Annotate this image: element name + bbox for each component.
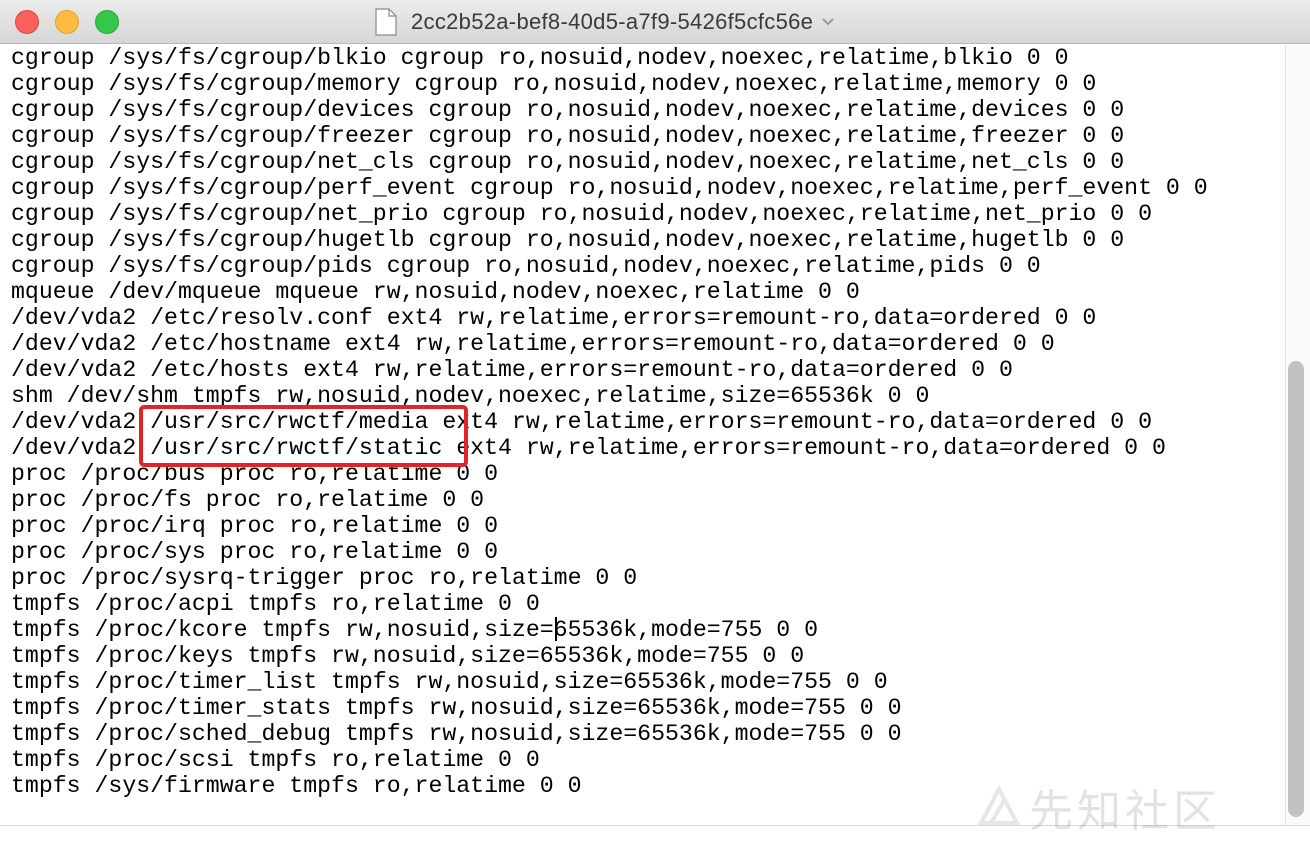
document-icon (375, 8, 397, 36)
close-window-button[interactable] (15, 10, 39, 34)
text-line[interactable]: /dev/vda2 /etc/resolv.conf ext4 rw,relat… (11, 305, 1096, 331)
text-line[interactable]: cgroup /sys/fs/cgroup/hugetlb cgroup ro,… (11, 227, 1124, 253)
text-line[interactable]: /dev/vda2 /usr/src/rwctf/static ext4 rw,… (11, 435, 1166, 461)
text-line[interactable]: /dev/vda2 /usr/src/rwctf/media ext4 rw,r… (11, 409, 1152, 435)
zoom-window-button[interactable] (95, 10, 119, 34)
text-line[interactable]: mqueue /dev/mqueue mqueue rw,nosuid,node… (11, 279, 860, 305)
text-caret (555, 617, 557, 641)
watermark-text: 先知社区 (1029, 786, 1221, 837)
text-line[interactable]: proc /proc/sys proc ro,relatime 0 0 (11, 539, 498, 565)
minimize-window-button[interactable] (55, 10, 79, 34)
text-line[interactable]: tmpfs /sys/firmware tmpfs ro,relatime 0 … (11, 773, 582, 799)
watermark-logo-icon (977, 784, 1021, 825)
text-line[interactable]: /dev/vda2 /etc/hostname ext4 rw,relatime… (11, 331, 1055, 357)
title-bar: 2cc2b52a-bef8-40d5-a7f9-5426f5cfc56e (0, 0, 1310, 44)
text-line[interactable]: cgroup /sys/fs/cgroup/perf_event cgroup … (11, 175, 1208, 201)
text-line[interactable]: cgroup /sys/fs/cgroup/memory cgroup ro,n… (11, 71, 1096, 97)
chevron-down-icon[interactable] (821, 17, 835, 27)
text-line[interactable]: cgroup /sys/fs/cgroup/blkio cgroup ro,no… (11, 45, 1069, 71)
text-line[interactable]: tmpfs /proc/kcore tmpfs rw,nosuid,size=6… (11, 617, 818, 643)
text-line[interactable]: tmpfs /proc/timer_list tmpfs rw,nosuid,s… (11, 669, 888, 695)
text-line[interactable]: tmpfs /proc/keys tmpfs rw,nosuid,size=65… (11, 643, 804, 669)
text-line[interactable]: proc /proc/sysrq-trigger proc ro,relatim… (11, 565, 637, 591)
text-line[interactable]: tmpfs /proc/sched_debug tmpfs rw,nosuid,… (11, 721, 902, 747)
text-line[interactable]: tmpfs /proc/scsi tmpfs ro,relatime 0 0 (11, 747, 540, 773)
text-line[interactable]: proc /proc/irq proc ro,relatime 0 0 (11, 513, 498, 539)
text-editor-area[interactable]: cgroup /sys/fs/cgroup/blkio cgroup ro,no… (0, 45, 1285, 825)
window-title: 2cc2b52a-bef8-40d5-a7f9-5426f5cfc56e (411, 9, 814, 34)
window-title-group[interactable]: 2cc2b52a-bef8-40d5-a7f9-5426f5cfc56e (375, 6, 835, 38)
text-line[interactable]: cgroup /sys/fs/cgroup/pids cgroup ro,nos… (11, 253, 1041, 279)
text-line[interactable]: shm /dev/shm tmpfs rw,nosuid,nodev,noexe… (11, 383, 929, 409)
text-line[interactable]: tmpfs /proc/timer_stats tmpfs rw,nosuid,… (11, 695, 902, 721)
text-line[interactable]: /dev/vda2 /etc/hosts ext4 rw,relatime,er… (11, 357, 1013, 383)
watermark: 先知社区 (975, 775, 1221, 839)
text-line[interactable]: cgroup /sys/fs/cgroup/devices cgroup ro,… (11, 97, 1124, 123)
vertical-scrollbar-thumb[interactable] (1288, 361, 1304, 817)
text-line[interactable]: cgroup /sys/fs/cgroup/freezer cgroup ro,… (11, 123, 1124, 149)
text-line[interactable]: tmpfs /proc/acpi tmpfs ro,relatime 0 0 (11, 591, 540, 617)
text-line[interactable]: cgroup /sys/fs/cgroup/net_cls cgroup ro,… (11, 149, 1124, 175)
text-line[interactable]: cgroup /sys/fs/cgroup/net_prio cgroup ro… (11, 201, 1152, 227)
text-line[interactable]: proc /proc/bus proc ro,relatime 0 0 (11, 461, 498, 487)
text-line[interactable]: proc /proc/fs proc ro,relatime 0 0 (11, 487, 484, 513)
